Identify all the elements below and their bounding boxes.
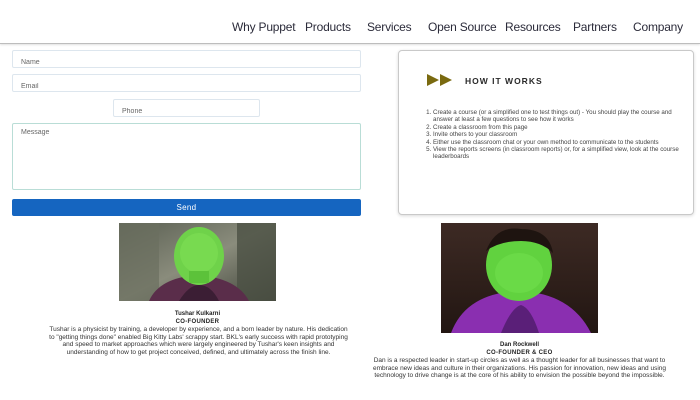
send-button[interactable]: Send <box>12 199 361 216</box>
nav-open-source[interactable]: Open Source <box>428 20 497 34</box>
member-name: Tushar Kulkarni <box>174 311 221 317</box>
fast-forward-icon <box>427 74 452 86</box>
member-name: Dan Rockwell <box>499 342 539 348</box>
phone-field[interactable] <box>114 103 259 120</box>
phone-field-wrapper <box>113 99 260 120</box>
step-item: Create a classroom from this page <box>433 124 689 131</box>
step-item: Either use the classroom chat or your ow… <box>433 139 689 146</box>
step-item: Invite others to your classroom <box>433 131 689 138</box>
how-it-works-card: HOW IT WORKS Create a course (or a simpl… <box>398 50 694 215</box>
nav-why-puppet[interactable]: Why Puppet <box>232 20 296 34</box>
nav-company[interactable]: Company <box>633 20 683 34</box>
member-role: CO-FOUNDER <box>175 319 220 325</box>
email-field[interactable] <box>13 78 360 95</box>
nav-products[interactable]: Products <box>305 20 351 34</box>
email-field-wrapper <box>12 74 361 95</box>
top-navigation: Why Puppet Products Services Open Source… <box>0 0 700 44</box>
step-item: View the reports screens (in classroom r… <box>433 146 689 161</box>
nav-partners[interactable]: Partners <box>573 20 617 34</box>
step-item: Create a course (or a simplified one to … <box>433 109 689 124</box>
message-field[interactable] <box>13 124 360 189</box>
member-bio: Dan is a respected leader in start-up ci… <box>372 357 667 380</box>
name-field-wrapper <box>12 50 361 71</box>
team-photo-tushar <box>119 223 276 301</box>
how-it-works-steps: Create a course (or a simplified one to … <box>421 109 689 161</box>
team-photo-dan <box>441 223 598 333</box>
nav-services[interactable]: Services <box>367 20 412 34</box>
member-role: CO-FOUNDER & CEO <box>486 350 553 356</box>
message-field-wrapper <box>12 123 361 190</box>
how-it-works-title: HOW IT WORKS <box>465 76 543 86</box>
nav-resources[interactable]: Resources <box>505 20 561 34</box>
name-field[interactable] <box>13 54 360 71</box>
member-bio: Tushar is a physicist by training, a dev… <box>49 326 348 356</box>
